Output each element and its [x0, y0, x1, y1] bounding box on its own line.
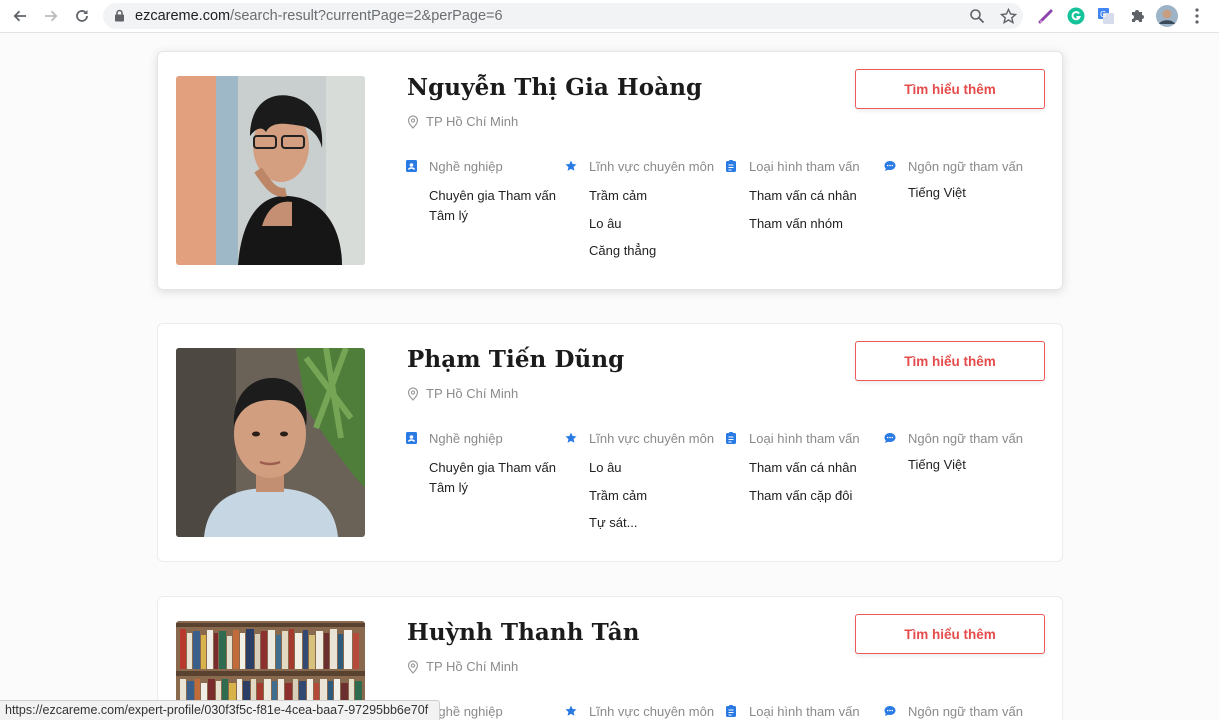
expert-name[interactable]: Huỳnh Thanh Tân: [407, 619, 640, 646]
forward-arrow-icon: [45, 10, 58, 22]
location-pin-icon: [407, 386, 419, 401]
occupation-label: Nghề nghiệp: [429, 703, 503, 719]
chat-bubble-icon: [884, 160, 896, 172]
occupation-value: Chuyên gia Tham vấn: [429, 188, 556, 203]
grammarly-icon[interactable]: [1065, 5, 1087, 27]
back-button[interactable]: [8, 4, 32, 28]
status-bar-url: https://ezcareme.com/expert-profile/030f…: [0, 700, 440, 720]
type-column: Loại hình tham vấn Tham vấn cá nhân Tham…: [725, 158, 885, 241]
language-column: Ngôn ngữ tham vấn Tiếng Việt: [884, 158, 1044, 211]
learn-more-button[interactable]: Tìm hiểu thêm: [855, 614, 1045, 654]
location-text: TP Hồ Chí Minh: [426, 386, 519, 401]
field-value: Tự sát...: [589, 515, 638, 530]
url-host: ezcareme.com: [135, 8, 231, 24]
occupation-value: Chuyên gia Tham vấn: [429, 460, 556, 475]
field-value: Căng thẳng: [589, 243, 657, 258]
more-menu-icon[interactable]: [1186, 5, 1208, 27]
occupation-value: Tâm lý: [429, 207, 468, 223]
type-label: Loại hình tham vấn: [749, 703, 860, 719]
star-icon: [565, 160, 577, 172]
field-value: Trầm cảm: [589, 487, 648, 503]
browser-toolbar: ezcareme.com/search-result?currentPage=2…: [0, 0, 1219, 33]
expert-location: TP Hồ Chí Minh: [407, 114, 518, 129]
field-label: Lĩnh vực chuyên môn: [589, 430, 715, 446]
type-column: Loại hình tham vấn: [725, 703, 885, 719]
field-label: Lĩnh vực chuyên môn: [589, 158, 715, 174]
pen-extension-icon[interactable]: [1035, 5, 1057, 27]
field-value: Trầm cảm: [589, 188, 648, 203]
chat-bubble-icon: [884, 432, 896, 444]
expert-name[interactable]: Nguyễn Thị Gia Hoàng: [407, 74, 702, 101]
clipboard-icon: [725, 160, 737, 172]
clipboard-icon: [725, 705, 737, 717]
type-value: Tham vấn nhóm: [749, 215, 843, 231]
occupation-column: Nghề nghiệp Chuyên gia Tham vấn Tâm lý: [405, 430, 565, 505]
type-column: Loại hình tham vấn Tham vấn cá nhân Tham…: [725, 430, 885, 513]
reload-icon: [76, 10, 88, 22]
address-bar[interactable]: ezcareme.com/search-result?currentPage=2…: [103, 3, 1023, 29]
expert-card[interactable]: Nguyễn Thị Gia Hoàng TP Hồ Chí Minh Tìm …: [157, 51, 1063, 290]
field-value: Lo âu: [589, 215, 622, 231]
type-label: Loại hình tham vấn: [749, 430, 860, 446]
occupation-value: Tâm lý: [429, 479, 468, 495]
reload-button[interactable]: [70, 4, 94, 28]
zoom-icon[interactable]: [968, 7, 986, 25]
location-pin-icon: [407, 659, 419, 674]
expert-card[interactable]: Phạm Tiến Dũng TP Hồ Chí Minh Tìm hiểu t…: [157, 323, 1063, 562]
type-value: Tham vấn cá nhân: [749, 188, 857, 203]
contact-card-icon: [405, 160, 417, 172]
type-value: Tham vấn cặp đôi: [749, 487, 853, 503]
url-text: ezcareme.com/search-result?currentPage=2…: [135, 8, 503, 24]
chat-bubble-icon: [884, 705, 896, 717]
forward-button[interactable]: [39, 4, 63, 28]
type-label: Loại hình tham vấn: [749, 158, 860, 174]
back-arrow-icon: [13, 10, 26, 22]
bookmark-star-icon[interactable]: [999, 7, 1017, 25]
expert-name[interactable]: Phạm Tiến Dũng: [407, 346, 624, 373]
contact-card-icon: [405, 432, 417, 444]
occupation-label: Nghề nghiệp: [429, 158, 503, 174]
svg-text:G: G: [1100, 10, 1106, 19]
field-column: Lĩnh vực chuyên môn Lo âu Trầm cảm Tự sá…: [565, 430, 725, 541]
occupation-column: Nghề nghiệp Chuyên gia Tham vấn Tâm lý: [405, 158, 565, 233]
language-value: Tiếng Việt: [908, 185, 966, 200]
url-path: /search-result?currentPage=2&perPage=6: [230, 8, 503, 24]
star-icon: [565, 432, 577, 444]
occupation-label: Nghề nghiệp: [429, 430, 503, 446]
language-label: Ngôn ngữ tham vấn: [908, 703, 1023, 719]
type-value: Tham vấn cá nhân: [749, 460, 857, 475]
location-text: TP Hồ Chí Minh: [426, 114, 519, 129]
clipboard-icon: [725, 432, 737, 444]
learn-more-button[interactable]: Tìm hiểu thêm: [855, 69, 1045, 109]
language-value: Tiếng Việt: [908, 457, 966, 472]
language-label: Ngôn ngữ tham vấn: [908, 430, 1023, 446]
location-text: TP Hồ Chí Minh: [426, 659, 519, 674]
field-column: Lĩnh vực chuyên môn: [565, 703, 725, 719]
expert-location: TP Hồ Chí Minh: [407, 386, 518, 401]
extensions-puzzle-icon[interactable]: [1126, 5, 1148, 27]
translate-icon[interactable]: G: [1095, 5, 1117, 27]
location-pin-icon: [407, 114, 419, 129]
language-label: Ngôn ngữ tham vấn: [908, 158, 1023, 174]
expert-location: TP Hồ Chí Minh: [407, 659, 518, 674]
language-column: Ngôn ngữ tham vấn Tiếng Việt: [884, 430, 1044, 483]
field-column: Lĩnh vực chuyên môn Trầm cảm Lo âu Căng …: [565, 158, 725, 269]
field-value: Lo âu: [589, 460, 622, 475]
expert-photo: [176, 76, 365, 265]
profile-avatar[interactable]: [1156, 5, 1178, 27]
star-icon: [565, 705, 577, 717]
lock-icon: [114, 9, 125, 27]
expert-photo: [176, 348, 365, 537]
language-column: Ngôn ngữ tham vấn: [884, 703, 1044, 719]
learn-more-button[interactable]: Tìm hiểu thêm: [855, 341, 1045, 381]
field-label: Lĩnh vực chuyên môn: [589, 703, 715, 719]
